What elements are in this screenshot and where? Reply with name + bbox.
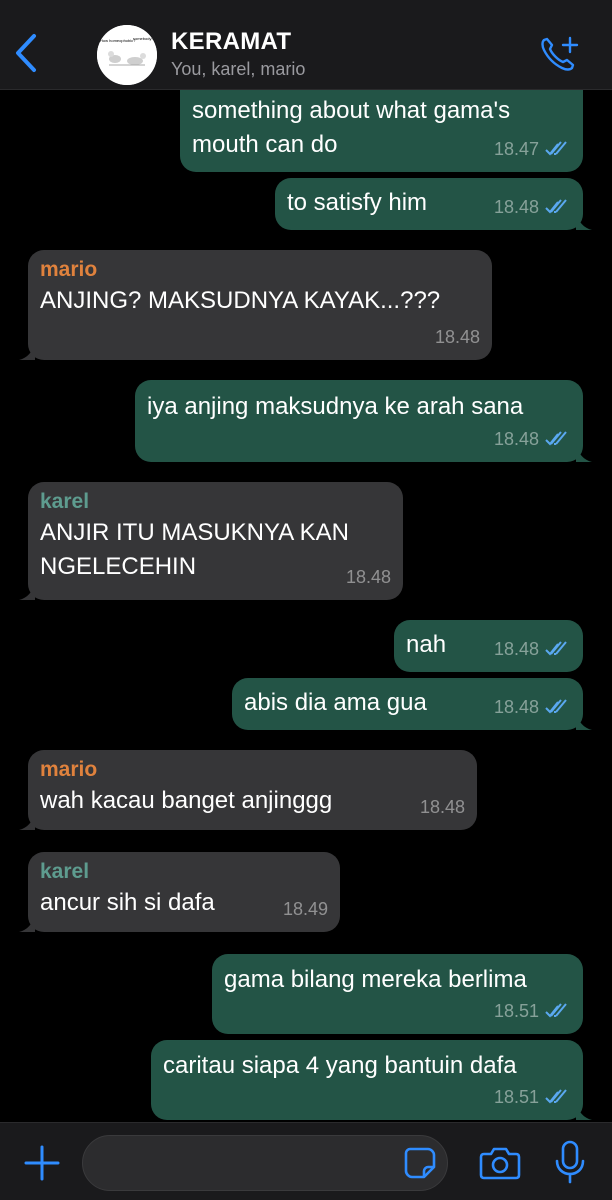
attach-button[interactable] — [22, 1143, 62, 1183]
message-time: 18.48 — [434, 327, 480, 347]
double-check-icon — [545, 641, 567, 656]
message-meta: 18.48 — [494, 422, 571, 456]
sticker-button[interactable] — [402, 1145, 438, 1181]
message-bubble-outgoing[interactable]: caritau siapa 4 yang bantuin dafa 18.51 — [151, 1040, 592, 1120]
back-chevron-icon — [16, 34, 36, 72]
message-time: 18.48 — [493, 639, 539, 659]
message-meta: 18.48 — [435, 320, 480, 354]
sender-name[interactable]: karel — [40, 858, 328, 886]
double-check-icon — [545, 199, 567, 214]
message-time: 18.51 — [493, 1087, 539, 1107]
bubble-tail — [576, 212, 592, 230]
message-bubble-outgoing[interactable]: to satisfy him 18.48 — [275, 178, 592, 230]
double-check-icon — [545, 431, 567, 446]
message-bubble-outgoing[interactable]: gama bilang mereka berlima 18.51 — [212, 954, 583, 1034]
message-text: iya anjing maksudnya ke arah sana — [147, 393, 524, 420]
message-bubble-incoming[interactable]: karel ancur sih si dafa 18.49 — [19, 852, 340, 932]
message-bubble-outgoing[interactable]: nah 18.48 — [394, 620, 583, 672]
chat-members[interactable]: You, karel, mario — [171, 59, 305, 80]
message-list[interactable]: something about what gama's mouth can do… — [0, 0, 612, 1122]
sender-name[interactable]: karel — [40, 488, 391, 516]
message-time: 18.48 — [493, 197, 539, 217]
message-meta: 18.47 — [494, 132, 571, 166]
group-avatar[interactable]: How homeophobic? somebody: — [97, 25, 157, 85]
message-meta: 18.49 — [283, 892, 328, 926]
message-text: wah kacau banget anjinggg — [40, 787, 333, 814]
double-check-icon — [545, 1003, 567, 1018]
message-time: 18.48 — [493, 429, 539, 449]
message-meta: 18.48 — [494, 632, 571, 666]
avatar-text-left: How homeophobic? — [100, 38, 136, 43]
bubble-tail — [19, 582, 35, 600]
double-check-icon — [545, 1089, 567, 1104]
message-time: 18.48 — [419, 797, 465, 817]
microphone-button[interactable] — [552, 1139, 588, 1185]
message-time: 18.48 — [345, 567, 391, 587]
composer-bar — [0, 1122, 612, 1200]
message-text: ANJING? MAKSUDNYA KAYAK...??? — [40, 287, 441, 314]
message-meta: 18.51 — [494, 994, 571, 1028]
message-text: ANJIR ITU MASUKNYA KAN NGELECEHIN — [40, 519, 349, 580]
add-call-button[interactable] — [538, 34, 582, 74]
plus-icon — [24, 1145, 60, 1181]
add-call-icon — [541, 36, 579, 71]
bubble-tail — [19, 342, 35, 360]
sender-name[interactable]: mario — [40, 256, 480, 284]
message-time: 18.48 — [493, 697, 539, 717]
message-text: gama bilang mereka berlima — [224, 966, 527, 993]
message-bubble-outgoing[interactable]: abis dia ama gua 18.48 — [232, 678, 592, 730]
camera-icon — [479, 1147, 521, 1180]
message-meta: 18.48 — [494, 690, 571, 724]
sticker-icon — [404, 1147, 436, 1179]
message-bubble-incoming[interactable]: mario wah kacau banget anjinggg 18.48 — [19, 750, 477, 830]
message-time: 18.51 — [493, 1001, 539, 1021]
bubble-tail — [19, 812, 35, 830]
sender-name[interactable]: mario — [40, 756, 465, 784]
avatar-text-right: somebody: — [133, 36, 153, 41]
message-text: caritau siapa 4 yang bantuin dafa — [163, 1052, 517, 1079]
message-meta: 18.48 — [346, 560, 391, 594]
microphone-icon — [555, 1140, 585, 1184]
message-bubble-incoming[interactable]: mario ANJING? MAKSUDNYA KAYAK...??? 18.4… — [19, 250, 492, 360]
camera-button[interactable] — [478, 1143, 522, 1183]
message-time: 18.49 — [282, 899, 328, 919]
double-check-icon — [545, 141, 567, 156]
message-meta: 18.48 — [420, 790, 465, 824]
message-input[interactable] — [82, 1135, 448, 1191]
bubble-tail — [576, 444, 592, 462]
message-meta: 18.51 — [494, 1080, 571, 1114]
avatar-image-icon: How homeophobic? somebody: — [97, 25, 157, 85]
message-time: 18.47 — [493, 139, 539, 159]
message-bubble-outgoing[interactable]: something about what gama's mouth can do… — [180, 82, 583, 172]
message-bubble-incoming[interactable]: karel ANJIR ITU MASUKNYA KAN NGELECEHIN … — [19, 482, 403, 600]
message-meta: 18.48 — [494, 190, 571, 224]
bubble-tail — [19, 914, 35, 932]
chat-title[interactable]: KERAMAT — [171, 28, 291, 56]
bubble-tail — [576, 1102, 592, 1120]
bubble-tail — [576, 712, 592, 730]
chat-header: How homeophobic? somebody: KERAMAT You, … — [0, 0, 612, 90]
message-bubble-outgoing[interactable]: iya anjing maksudnya ke arah sana 18.48 — [135, 380, 592, 462]
double-check-icon — [545, 699, 567, 714]
back-button[interactable] — [10, 28, 46, 78]
